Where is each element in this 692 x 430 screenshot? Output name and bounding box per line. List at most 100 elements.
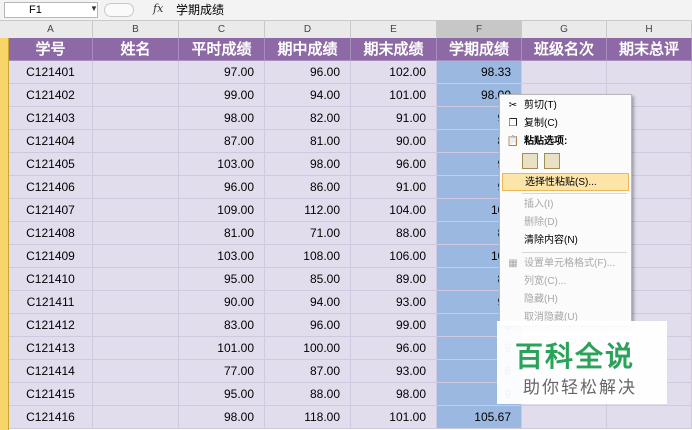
student-id-cell[interactable]: C121402 [9,84,93,107]
name-cell[interactable] [93,314,179,337]
student-id-cell[interactable]: C121401 [9,61,93,84]
midterm-score-cell[interactable]: 71.00 [265,222,351,245]
student-id-cell[interactable]: C121406 [9,176,93,199]
student-id-cell[interactable]: C121409 [9,245,93,268]
header-cell[interactable]: 平时成绩 [179,38,265,61]
menu-item-paste-special[interactable]: 选择性粘贴(S)... [502,173,629,191]
column-header-e[interactable]: E [351,21,437,38]
final-score-cell[interactable]: 99.00 [351,314,437,337]
header-cell[interactable]: 期末总评 [607,38,692,61]
column-header-h[interactable]: H [607,21,692,38]
final-score-cell[interactable]: 90.00 [351,130,437,153]
student-id-cell[interactable]: C121412 [9,314,93,337]
student-id-cell[interactable]: C121403 [9,107,93,130]
final-score-cell[interactable]: 96.00 [351,337,437,360]
menu-item-delete[interactable]: 删除(D) [502,214,629,232]
midterm-score-cell[interactable]: 81.00 [265,130,351,153]
midterm-score-cell[interactable]: 94.00 [265,84,351,107]
midterm-score-cell[interactable]: 94.00 [265,291,351,314]
menu-item-column-width[interactable]: 列宽(C)... [502,273,629,291]
final-score-cell[interactable]: 106.00 [351,245,437,268]
student-id-cell[interactable]: C121408 [9,222,93,245]
student-id-cell[interactable]: C121414 [9,360,93,383]
regular-score-cell[interactable]: 87.00 [179,130,265,153]
header-cell[interactable]: 班级名次 [522,38,607,61]
header-cell[interactable]: 学号 [9,38,93,61]
final-score-cell[interactable]: 104.00 [351,199,437,222]
header-cell[interactable]: 姓名 [93,38,179,61]
class-rank-cell[interactable] [522,61,607,84]
midterm-score-cell[interactable]: 108.00 [265,245,351,268]
midterm-score-cell[interactable]: 88.00 [265,383,351,406]
function-icon[interactable]: fx [153,2,163,15]
paste-values-icon[interactable] [544,153,560,169]
regular-score-cell[interactable]: 77.00 [179,360,265,383]
regular-score-cell[interactable]: 97.00 [179,61,265,84]
name-cell[interactable] [93,383,179,406]
final-score-cell[interactable]: 91.00 [351,107,437,130]
student-id-cell[interactable]: C121416 [9,406,93,429]
name-cell[interactable] [93,360,179,383]
menu-item-format-cells[interactable]: ▦ 设置单元格格式(F)... [502,255,629,273]
final-score-cell[interactable]: 101.00 [351,406,437,429]
formula-controls[interactable] [104,3,134,17]
name-cell[interactable] [93,61,179,84]
term-score-cell[interactable]: 105.67 [437,406,522,429]
midterm-score-cell[interactable]: 85.00 [265,268,351,291]
regular-score-cell[interactable]: 99.00 [179,84,265,107]
final-score-cell[interactable]: 89.00 [351,268,437,291]
column-header-c[interactable]: C [179,21,265,38]
menu-item-copy[interactable]: ❐ 复制(C) [502,115,629,133]
term-score-cell[interactable]: 98.33 [437,61,522,84]
name-cell[interactable] [93,406,179,429]
final-eval-cell[interactable] [607,406,692,429]
column-header-a[interactable]: A [9,21,93,38]
menu-item-insert[interactable]: 插入(I) [502,196,629,214]
regular-score-cell[interactable]: 81.00 [179,222,265,245]
regular-score-cell[interactable]: 95.00 [179,383,265,406]
student-id-cell[interactable]: C121413 [9,337,93,360]
column-header-f[interactable]: F [437,21,522,38]
midterm-score-cell[interactable]: 100.00 [265,337,351,360]
final-score-cell[interactable]: 91.00 [351,176,437,199]
name-cell[interactable] [93,84,179,107]
name-cell[interactable] [93,107,179,130]
final-score-cell[interactable]: 93.00 [351,291,437,314]
midterm-score-cell[interactable]: 112.00 [265,199,351,222]
name-cell[interactable] [93,130,179,153]
midterm-score-cell[interactable]: 98.00 [265,153,351,176]
name-cell[interactable] [93,245,179,268]
name-cell[interactable] [93,337,179,360]
final-score-cell[interactable]: 88.00 [351,222,437,245]
name-box[interactable]: F1 [4,2,98,18]
student-id-cell[interactable]: C121407 [9,199,93,222]
class-rank-cell[interactable] [522,406,607,429]
regular-score-cell[interactable]: 103.00 [179,153,265,176]
regular-score-cell[interactable]: 96.00 [179,176,265,199]
student-id-cell[interactable]: C121405 [9,153,93,176]
student-id-cell[interactable]: C121404 [9,130,93,153]
name-cell[interactable] [93,153,179,176]
regular-score-cell[interactable]: 83.00 [179,314,265,337]
student-id-cell[interactable]: C121415 [9,383,93,406]
final-score-cell[interactable]: 102.00 [351,61,437,84]
midterm-score-cell[interactable]: 96.00 [265,314,351,337]
name-cell[interactable] [93,291,179,314]
regular-score-cell[interactable]: 90.00 [179,291,265,314]
final-score-cell[interactable]: 96.00 [351,153,437,176]
regular-score-cell[interactable]: 98.00 [179,107,265,130]
name-cell[interactable] [93,222,179,245]
final-score-cell[interactable]: 98.00 [351,383,437,406]
regular-score-cell[interactable]: 109.00 [179,199,265,222]
midterm-score-cell[interactable]: 82.00 [265,107,351,130]
menu-item-cut[interactable]: ✂ 剪切(T) [502,97,629,115]
name-cell[interactable] [93,176,179,199]
chevron-down-icon[interactable]: ▼ [90,4,98,13]
name-cell[interactable] [93,268,179,291]
regular-score-cell[interactable]: 95.00 [179,268,265,291]
final-score-cell[interactable]: 101.00 [351,84,437,107]
column-header-b[interactable]: B [93,21,179,38]
midterm-score-cell[interactable]: 86.00 [265,176,351,199]
paste-icon[interactable] [522,153,538,169]
menu-item-hide[interactable]: 隐藏(H) [502,291,629,309]
